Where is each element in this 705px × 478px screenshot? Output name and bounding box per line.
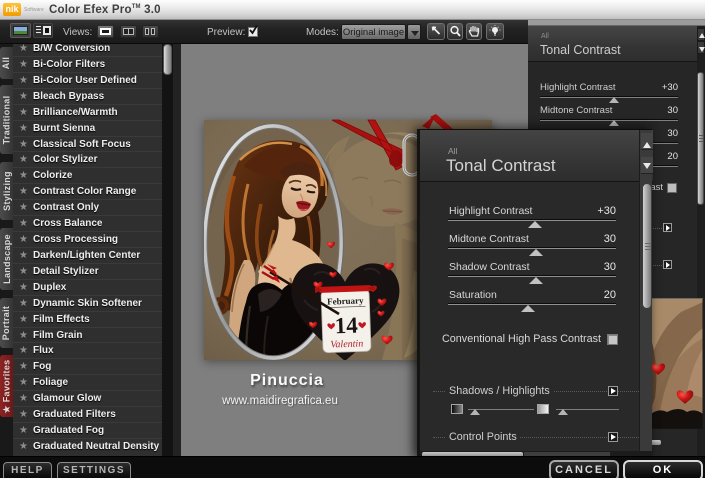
svg-text:February: February xyxy=(327,295,364,306)
svg-text:14: 14 xyxy=(334,313,358,339)
svg-text:Valentin: Valentin xyxy=(330,338,363,350)
